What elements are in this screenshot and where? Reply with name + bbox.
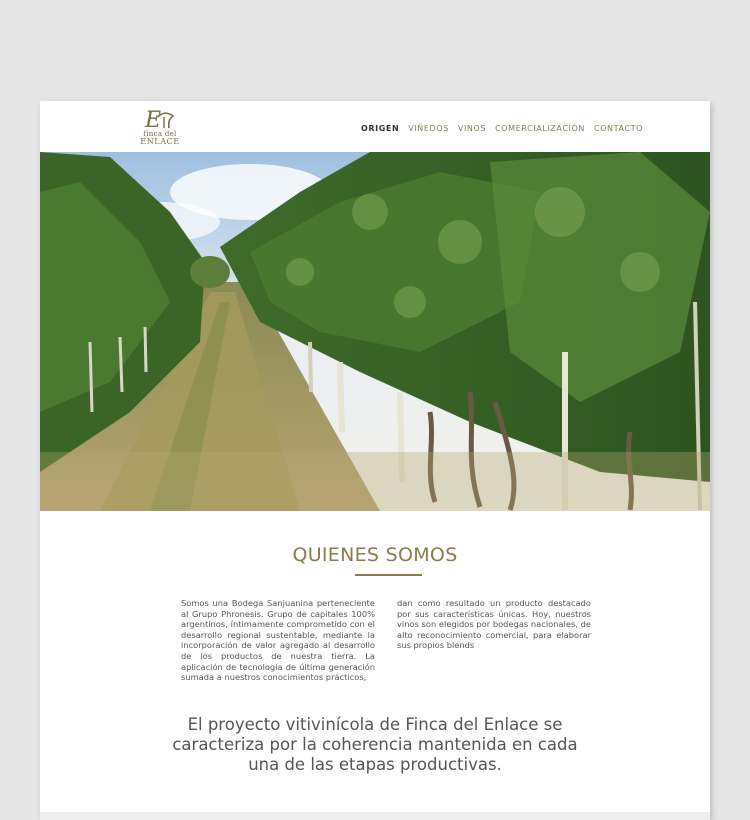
logo-text-line2: ENLACE xyxy=(140,137,180,146)
nav-item-vinedos[interactable]: VIÑEDOS xyxy=(408,124,449,133)
svg-text:E: E xyxy=(144,108,161,132)
nav-item-comercializacion[interactable]: COMERCIALIZACIÓN xyxy=(495,124,585,133)
main-nav: ORIGEN VIÑEDOS VINOS COMERCIALIZACIÓN CO… xyxy=(361,124,652,133)
site-header: E finca del ENLACE ORIGEN VIÑEDOS VINOS … xyxy=(40,101,710,152)
footer-strip xyxy=(40,812,710,820)
nav-item-vinos[interactable]: VINOS xyxy=(458,124,486,133)
nav-item-contacto[interactable]: CONTACTO xyxy=(594,124,643,133)
website-page: E finca del ENLACE ORIGEN VIÑEDOS VINOS … xyxy=(40,101,710,820)
section-title: QUIENES SOMOS xyxy=(292,544,458,566)
about-quote: El proyecto vitivinícola de Finca del En… xyxy=(172,715,578,774)
finca-del-enlace-logo[interactable]: E finca del ENLACE xyxy=(138,108,182,146)
vineyard-photo-illustration xyxy=(40,152,710,511)
hero-vineyard-image xyxy=(40,152,710,511)
title-underline xyxy=(355,574,422,576)
nav-item-origen[interactable]: ORIGEN xyxy=(361,124,399,133)
about-text-left: Somos una Bodega Sanjuanina pertenecient… xyxy=(181,598,375,683)
about-text-right: dan como resultado un producto destacado… xyxy=(397,598,591,651)
logo-monogram-icon: E xyxy=(144,108,175,132)
